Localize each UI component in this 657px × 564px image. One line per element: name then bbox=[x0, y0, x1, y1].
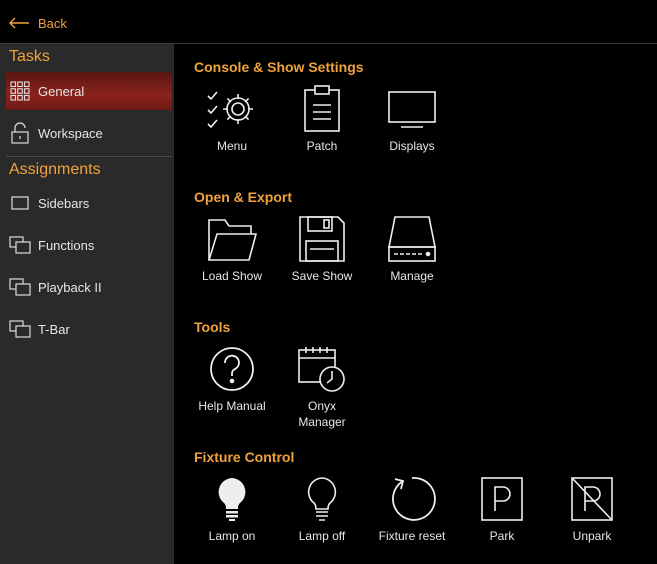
tile-label: Onyx Manager bbox=[298, 399, 346, 429]
tile-label: Load Show bbox=[201, 269, 263, 283]
back-button[interactable]: Back bbox=[8, 13, 67, 33]
sidebar-item-label: Sidebars bbox=[38, 195, 90, 211]
onyx-manager-button[interactable]: Onyx Manager bbox=[277, 344, 367, 430]
monitor-icon bbox=[367, 84, 457, 134]
tasks-title: Tasks bbox=[9, 48, 50, 65]
tile-label: Save Show bbox=[291, 269, 353, 283]
tile-label: Park bbox=[489, 529, 515, 543]
tile-label: Lamp off bbox=[298, 529, 346, 543]
sidebar-item-label: Playback II bbox=[38, 279, 102, 295]
assignments-title: Assignments bbox=[9, 161, 101, 178]
manage-button[interactable]: Manage bbox=[367, 214, 457, 284]
tile-label: Menu bbox=[216, 139, 248, 153]
sidebar-item-label: General bbox=[38, 83, 85, 99]
tile-label: Help Manual bbox=[198, 399, 266, 413]
sidebar-item-label: Functions bbox=[38, 237, 95, 253]
tile-label: Lamp on bbox=[208, 529, 256, 543]
rectangle-icon bbox=[8, 191, 32, 215]
patch-button[interactable]: Patch bbox=[277, 84, 367, 154]
save-show-button[interactable]: Save Show bbox=[277, 214, 367, 284]
windows-icon bbox=[8, 233, 32, 257]
unpark-button[interactable]: Unpark bbox=[547, 474, 637, 544]
lock-icon bbox=[8, 121, 32, 145]
top-bar: Back bbox=[0, 0, 657, 44]
sidebar: Tasks General Workspace Assignments Side… bbox=[0, 44, 174, 564]
windows-icon bbox=[8, 275, 32, 299]
sidebar-item-functions[interactable]: Functions bbox=[6, 226, 172, 264]
load-show-button[interactable]: Load Show bbox=[187, 214, 277, 284]
sidebar-item-label: T-Bar bbox=[38, 321, 70, 337]
main-panel: Console & Show Settings Menu Patch Displ… bbox=[174, 44, 657, 564]
sidebar-item-sidebars[interactable]: Sidebars bbox=[6, 184, 172, 222]
bulb-off-icon bbox=[277, 474, 367, 524]
clipboard-icon bbox=[277, 84, 367, 134]
menu-button[interactable]: Menu bbox=[187, 84, 277, 154]
folder-icon bbox=[187, 214, 277, 264]
back-label: Back bbox=[38, 15, 67, 31]
group-title-open-export: Open & Export bbox=[194, 189, 293, 205]
sidebar-item-t-bar[interactable]: T-Bar bbox=[6, 310, 172, 348]
drive-icon bbox=[367, 214, 457, 264]
lamp-off-button[interactable]: Lamp off bbox=[277, 474, 367, 544]
fixture-reset-button[interactable]: Fixture reset bbox=[367, 474, 457, 544]
checklist-gear-icon bbox=[187, 84, 277, 134]
sidebar-item-playback-ii[interactable]: Playback II bbox=[6, 268, 172, 306]
calendar-clock-icon bbox=[277, 344, 367, 394]
tile-label: Patch bbox=[306, 139, 338, 153]
park-icon bbox=[457, 474, 547, 524]
group-title-console-show-settings: Console & Show Settings bbox=[194, 59, 364, 75]
divider bbox=[6, 156, 172, 157]
floppy-disk-icon bbox=[277, 214, 367, 264]
sidebar-item-general[interactable]: General bbox=[6, 72, 172, 110]
sidebar-item-label: Workspace bbox=[38, 125, 103, 141]
tile-label: Displays bbox=[389, 139, 435, 153]
tile-label: Manage bbox=[390, 269, 434, 283]
lamp-on-button[interactable]: Lamp on bbox=[187, 474, 277, 544]
group-title-tools: Tools bbox=[194, 319, 231, 335]
displays-button[interactable]: Displays bbox=[367, 84, 457, 154]
tile-label: Unpark bbox=[572, 529, 612, 543]
tile-label: Fixture reset bbox=[378, 529, 446, 543]
bulb-on-icon bbox=[187, 474, 277, 524]
group-title-fixture-control: Fixture Control bbox=[194, 449, 295, 465]
reset-icon bbox=[367, 474, 457, 524]
sidebar-item-workspace[interactable]: Workspace bbox=[6, 114, 172, 152]
arrow-left-icon bbox=[9, 17, 29, 29]
windows-icon bbox=[8, 317, 32, 341]
park-button[interactable]: Park bbox=[457, 474, 547, 544]
unpark-icon bbox=[547, 474, 637, 524]
grid-icon bbox=[8, 79, 32, 103]
help-manual-button[interactable]: Help Manual bbox=[187, 344, 277, 414]
question-icon bbox=[187, 344, 277, 394]
